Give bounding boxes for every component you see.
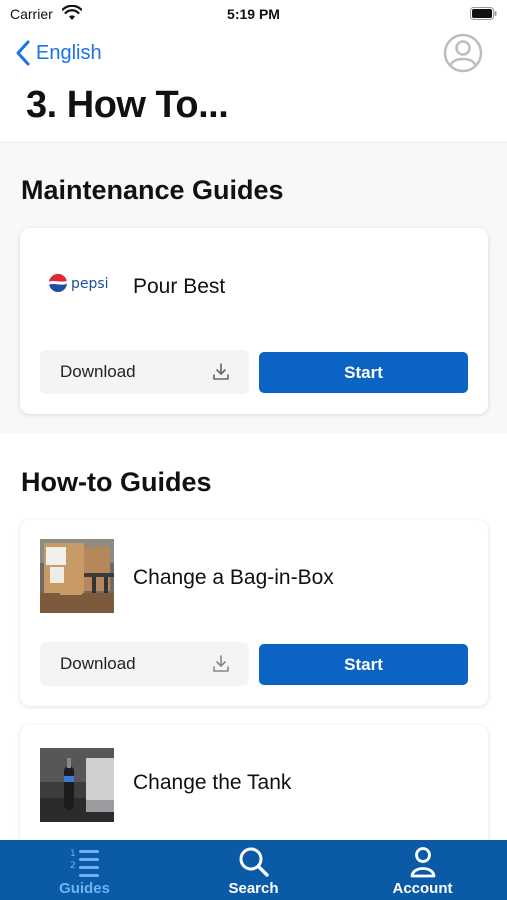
status-time: 5:19 PM (227, 6, 280, 22)
download-button[interactable]: Download (40, 350, 249, 394)
back-label: English (36, 41, 102, 64)
tab-bar: 1 2 Guides Search Account (0, 840, 507, 900)
start-button[interactable]: Start (259, 644, 468, 685)
section-heading: Maintenance Guides (21, 175, 284, 205)
page-title: 3. How To... (26, 84, 229, 126)
section-heading: How-to Guides (21, 467, 212, 497)
tab-label: Search (228, 880, 279, 897)
start-button[interactable]: Start (259, 352, 468, 393)
guide-title: Change a Bag-in-Box (133, 566, 334, 589)
tab-account[interactable]: Account (338, 840, 507, 900)
person-icon (410, 847, 436, 878)
download-icon (213, 363, 229, 380)
download-button[interactable]: Download (40, 642, 249, 686)
back-button[interactable]: English (14, 38, 102, 68)
numbered-list-icon: 1 2 (70, 849, 99, 877)
pepsi-logo: pepsi (49, 274, 109, 292)
svg-text:1: 1 (70, 849, 76, 859)
navigation-bar: English (0, 30, 507, 78)
battery-icon (470, 7, 497, 20)
start-label: Start (344, 655, 383, 674)
guide-title: Pour Best (133, 275, 226, 298)
download-label: Download (60, 362, 136, 381)
chevron-left-icon (16, 40, 30, 66)
tank-photo (40, 748, 114, 822)
download-icon (213, 655, 229, 672)
guide-card[interactable]: Change a Bag-in-Box Download Start (20, 520, 488, 706)
guide-title: Change the Tank (133, 771, 292, 794)
search-icon (239, 847, 269, 877)
download-label: Download (60, 654, 136, 673)
bag-in-box-photo (40, 539, 114, 613)
tab-label: Account (392, 880, 453, 897)
avatar-icon[interactable] (443, 33, 483, 73)
svg-text:2: 2 (70, 861, 76, 871)
svg-text:pepsi: pepsi (71, 276, 109, 292)
tab-label: Guides (59, 880, 110, 897)
guide-card[interactable]: pepsi Pour Best Download Start (20, 228, 488, 414)
tab-search[interactable]: Search (169, 840, 338, 900)
tab-guides[interactable]: 1 2 Guides (0, 840, 169, 900)
status-bar: Carrier 5:19 PM (0, 0, 507, 30)
maintenance-guides-section: Maintenance Guides pepsi Pour Best Downl… (0, 143, 507, 433)
start-label: Start (344, 363, 383, 382)
